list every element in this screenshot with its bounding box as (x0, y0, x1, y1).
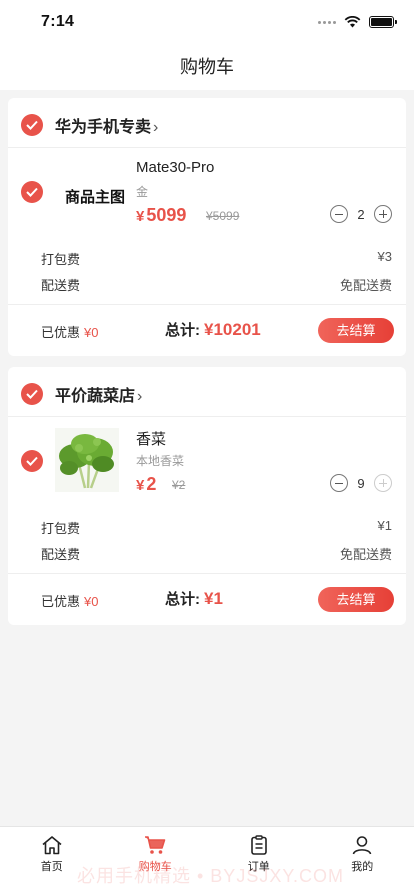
item-check-icon[interactable] (21, 181, 43, 203)
checkout-button[interactable]: 去结算 (318, 587, 394, 612)
product-spec: 金 (136, 185, 149, 199)
store-footer: 已优惠 ¥0 总计: ¥10201 去结算 (8, 304, 406, 355)
fee-row-delivery: 配送费 免配送费 (41, 278, 392, 293)
battery-icon (369, 16, 397, 28)
plus-icon[interactable] (374, 205, 392, 223)
product-name[interactable]: 香菜 (136, 428, 166, 449)
item-check-icon[interactable] (21, 450, 43, 472)
product-old-price: ¥5099 (206, 209, 240, 223)
status-time: 7:14 (41, 13, 75, 30)
signal-icon (318, 20, 336, 24)
fee-row-packing: 打包费 ¥1 (41, 518, 392, 536)
fee-row-packing: 打包费 ¥3 (41, 249, 392, 267)
minus-icon[interactable] (330, 474, 348, 492)
store-header[interactable]: 华为手机专卖 › (8, 98, 406, 148)
order-icon (250, 835, 267, 855)
wifi-icon (344, 16, 361, 28)
profile-icon (352, 836, 372, 855)
quantity-value: 9 (357, 475, 365, 491)
status-icons (318, 16, 397, 28)
total-summary: 总计: ¥10201 (165, 320, 261, 339)
product-old-price: ¥2 (172, 478, 186, 492)
quantity-stepper: 9 (330, 474, 392, 492)
store-name[interactable]: 平价蔬菜店 › (55, 382, 142, 406)
status-bar: 7:14 (0, 0, 414, 44)
discount-summary: 已优惠 ¥0 (41, 594, 99, 609)
watermark: 必用手机精选 • BYJSJXY.COM (77, 866, 345, 886)
store-name[interactable]: 华为手机专卖 › (55, 113, 158, 137)
quantity-stepper: 2 (330, 205, 392, 223)
product-spec: 本地香菜 (136, 454, 185, 468)
coriander-image[interactable] (55, 428, 119, 492)
product-price: ¥2 (136, 474, 157, 494)
store-header[interactable]: 平价蔬菜店 › (8, 367, 406, 417)
plus-icon[interactable] (374, 474, 392, 492)
product-price: ¥5099 (136, 205, 187, 225)
quantity-value: 2 (357, 206, 365, 222)
total-summary: 总计: ¥1 (165, 589, 223, 608)
chevron-right-icon: › (137, 388, 143, 405)
fee-row-delivery: 配送费 免配送费 (41, 547, 392, 562)
store-check-icon[interactable] (21, 383, 43, 405)
page-title: 购物车 (180, 57, 234, 77)
discount-summary: 已优惠 ¥0 (41, 325, 99, 340)
cart-icon (145, 836, 166, 854)
product-thumbnail[interactable]: 商品主图 (63, 186, 127, 207)
checkout-button[interactable]: 去结算 (318, 318, 394, 343)
minus-icon[interactable] (330, 205, 348, 223)
store-card-vegetable: 平价蔬菜店 › 香菜 本地香菜 ¥2 ¥2 9 打包费 ¥1 配送费 免配送费 已… (8, 367, 406, 625)
store-footer: 已优惠 ¥0 总计: ¥1 去结算 (8, 573, 406, 624)
chevron-right-icon: › (153, 119, 159, 136)
store-check-icon[interactable] (21, 114, 43, 136)
product-name[interactable]: Mate30-Pro (136, 159, 214, 176)
store-card-huawei: 华为手机专卖 › 商品主图 Mate30-Pro 金 ¥5099 ¥5099 2 … (8, 98, 406, 356)
nav-bar: 购物车 (0, 44, 414, 90)
home-icon (42, 836, 62, 855)
